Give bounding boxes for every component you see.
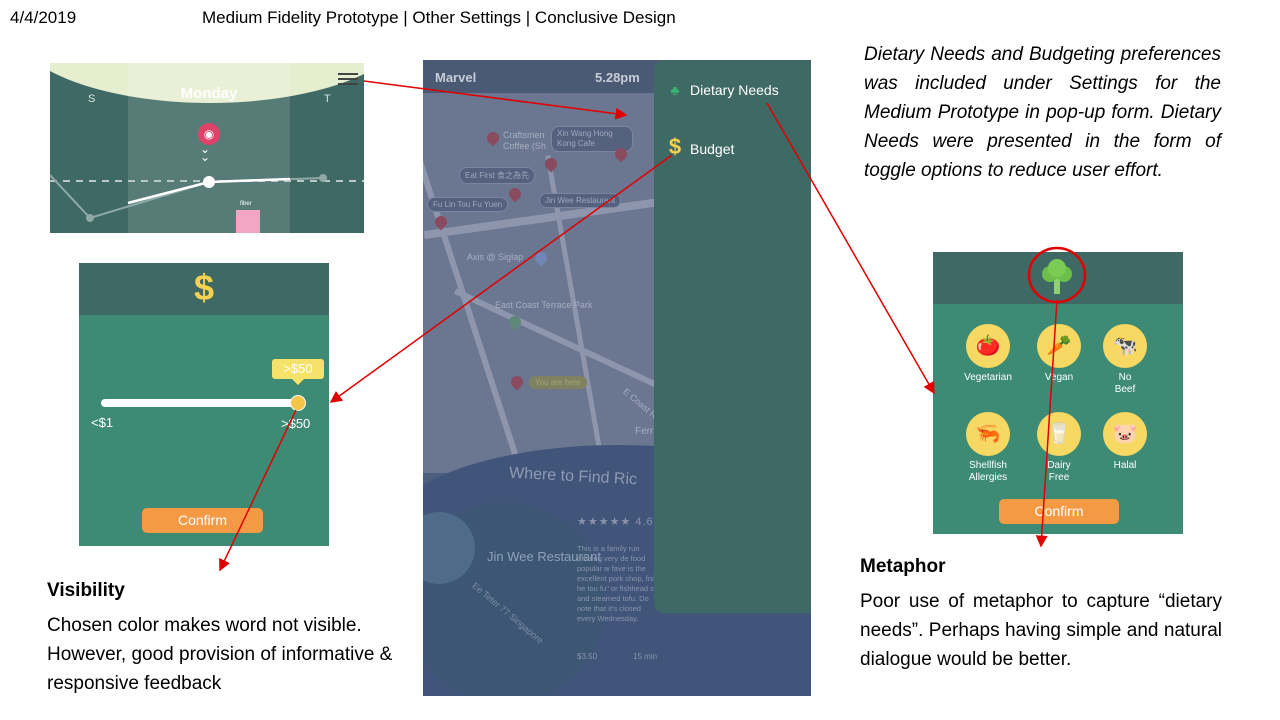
budget-slider-handle[interactable] <box>290 395 306 411</box>
broccoli-icon: ♣ <box>670 82 680 98</box>
slider-max-label: >$50 <box>281 416 311 431</box>
option-label: Vegan <box>1044 372 1074 383</box>
settings-note: Dietary Needs and Budgeting preferences … <box>864 44 1221 181</box>
map-place-pill[interactable]: Jin Wee Restaurant <box>539 193 622 208</box>
menu-item-label: Budget <box>690 141 735 157</box>
dietary-needs-popup: 🍅 Vegetarian 🥕 Vegan 🐄 No Beef 🦐 Shellfi… <box>933 252 1183 534</box>
shrimp-icon: 🦐 <box>966 412 1010 456</box>
visibility-heading: Visibility <box>47 580 125 601</box>
tooltip-arrow <box>292 379 304 385</box>
status-time: 5.28pm <box>595 70 640 85</box>
nutrition-line-graph <box>50 174 364 222</box>
pig-icon: 🐷 <box>1103 412 1147 456</box>
fiber-bar <box>236 210 260 233</box>
option-label: No Beef <box>1114 372 1136 395</box>
menu-item-budget[interactable]: $ Budget <box>666 134 735 160</box>
slide-date: 4/4/2019 <box>10 8 77 27</box>
calendar-screenshot: Monday S T ◉ ⌄ ⌄ fiber <box>50 63 364 233</box>
map-place-pill[interactable]: Fu Lin Tou Fu Yuen <box>427 197 509 212</box>
carrot-icon: 🥕 <box>1037 324 1081 368</box>
metaphor-text: Poor use of metaphor to capture “dietary… <box>860 591 1222 670</box>
map-place-label: Axis @ Siglap <box>467 252 524 262</box>
map-phone-screenshot: Marvel 5.28pm Craftsmen Coffee (Sh Xin W… <box>423 60 811 696</box>
tomato-icon: 🍅 <box>966 324 1010 368</box>
you-are-here-label: You are here <box>529 376 587 389</box>
map-place-pill[interactable]: Eat First 食之為先 <box>459 167 536 184</box>
option-dairy-free[interactable]: 🥛 Dairy Free <box>1029 412 1089 484</box>
budget-confirm-button[interactable]: Confirm <box>142 508 263 533</box>
budget-header: $ <box>79 263 329 315</box>
menu-item-label: Dietary Needs <box>690 82 779 98</box>
option-halal[interactable]: 🐷 Halal <box>1095 412 1155 472</box>
dollar-icon: $ <box>668 134 682 159</box>
option-no-beef[interactable]: 🐄 No Beef <box>1095 324 1155 396</box>
slider-min-label: <$1 <box>91 415 114 430</box>
map-place-label: Ferr <box>635 426 654 437</box>
carrier-label: Marvel <box>435 70 477 85</box>
slide-title: Medium Fidelity Prototype | Other Settin… <box>202 8 676 27</box>
option-vegetarian[interactable]: 🍅 Vegetarian <box>958 324 1018 384</box>
budget-slider-track[interactable] <box>101 399 301 407</box>
cow-icon: 🐄 <box>1103 324 1147 368</box>
slider-value-tooltip: >$50 <box>272 359 324 379</box>
fiber-label: fiber <box>240 201 252 207</box>
visibility-text: Chosen color makes word not visible. How… <box>47 615 393 694</box>
dietary-confirm-button[interactable]: Confirm <box>999 499 1119 524</box>
settings-side-menu: ♣ Dietary Needs $ Budget <box>654 60 811 613</box>
broccoli-icon <box>1042 259 1072 294</box>
option-shellfish-allergies[interactable]: 🦐 Shellfish Allergies <box>958 412 1018 484</box>
menu-item-dietary-needs[interactable]: ♣ Dietary Needs <box>666 82 779 98</box>
travel-time: 15 min <box>633 652 658 661</box>
map-place-label: East Coast Terrace Park <box>495 300 593 310</box>
restaurant-description: This is a family run offering very de fo… <box>577 544 658 623</box>
dollar-icon: $ <box>193 267 215 308</box>
option-label: Dairy Free <box>1047 460 1071 483</box>
option-vegan[interactable]: 🥕 Vegan <box>1029 324 1089 384</box>
option-label: Halal <box>1113 460 1137 471</box>
restaurant-price: $3.50 <box>577 652 598 661</box>
budget-popup: $ >$50 <$1 >$50 Confirm <box>79 263 329 546</box>
rating-stars: ★★★★★ 4.6 <box>577 516 654 528</box>
option-label: Shellfish Allergies <box>968 460 1008 483</box>
rating-value: 4.6 <box>635 516 654 528</box>
option-label: Vegetarian <box>964 372 1012 383</box>
milk-icon: 🥛 <box>1037 412 1081 456</box>
metaphor-heading: Metaphor <box>860 556 946 577</box>
